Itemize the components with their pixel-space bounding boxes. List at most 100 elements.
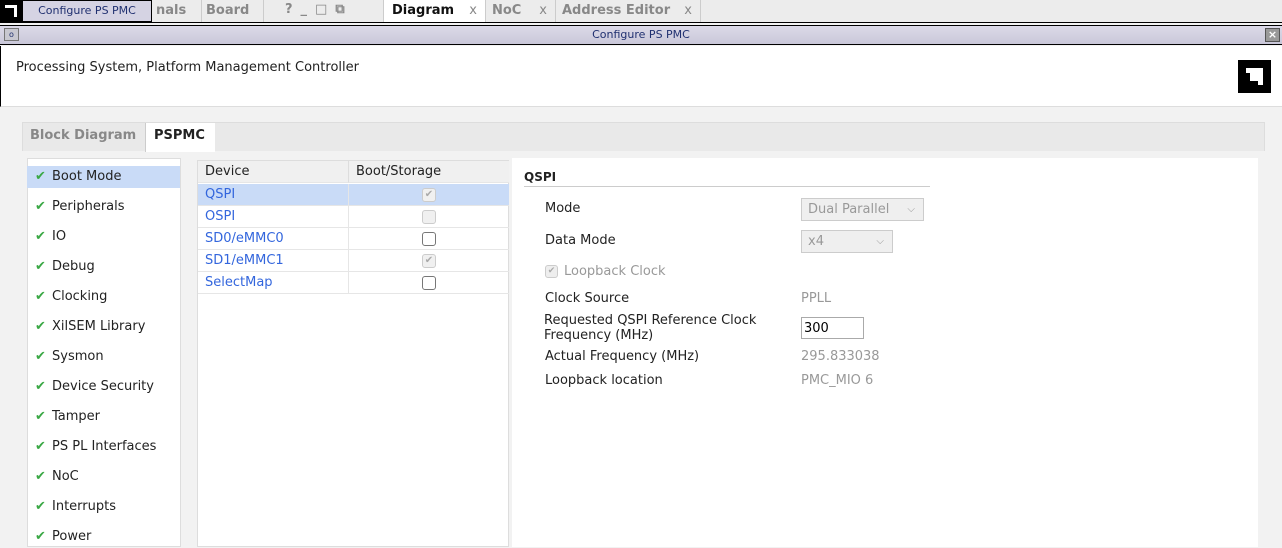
nav-item-io[interactable]: ✔ IO — [27, 226, 180, 248]
nav-item-device-security[interactable]: ✔ Device Security — [27, 376, 180, 398]
table-row-device[interactable]: SelectMap — [198, 272, 349, 294]
boot-storage-checkbox[interactable]: ✔ — [422, 188, 436, 202]
clock-source-value: PPLL — [801, 291, 832, 306]
nav-item-clocking[interactable]: ✔ Clocking — [27, 286, 180, 308]
tab-signals[interactable]: nals — [150, 0, 202, 22]
check-icon: ✔ — [35, 409, 46, 424]
table-row-device[interactable]: OSPI — [198, 206, 349, 228]
amd-logo-icon — [0, 0, 22, 22]
actual-frequency-value: 295.833038 — [801, 349, 880, 364]
check-icon: ✔ — [35, 439, 46, 454]
nav-item-label: Boot Mode — [52, 169, 122, 184]
column-header-device: Device — [198, 161, 349, 183]
loopback-clock-label: Loopback Clock — [564, 264, 666, 279]
check-icon: ✔ — [35, 319, 46, 334]
nav-item-boot-mode[interactable]: ✔ Boot Mode — [27, 166, 180, 188]
boot-storage-checkbox[interactable] — [422, 276, 436, 290]
table-row-boot-storage — [349, 228, 509, 250]
ip-description: Processing System, Platform Management C… — [16, 60, 359, 75]
nav-item-label: Interrupts — [52, 499, 116, 514]
table-row-device[interactable]: SD1/eMMC1 — [198, 250, 349, 272]
device-table: Device Boot/Storage QSPI ✔ OSPI SD0/eMMC0 SD… — [197, 160, 509, 547]
qspi-panel: QSPI Mode Dual Parallel ⌵ Data Mode x4 ⌵ ✔… — [512, 158, 1258, 547]
close-icon[interactable]: x — [469, 0, 477, 22]
nav-item-label: Debug — [52, 259, 95, 274]
column-header-boot-storage: Boot/Storage — [349, 161, 509, 183]
nav-item-label: NoC — [52, 469, 79, 484]
mode-select[interactable]: Dual Parallel ⌵ — [801, 198, 924, 221]
top-tab-bar: nals Board ?_□⧉ Diagram x NoC x Address Ed… — [0, 0, 1282, 23]
tab-diagram[interactable]: Diagram x — [383, 0, 486, 22]
nav-item-peripherals[interactable]: ✔ Peripherals — [27, 196, 180, 218]
nav-item-interrupts[interactable]: ✔ Interrupts — [27, 496, 180, 518]
boot-storage-checkbox[interactable]: ✔ — [422, 254, 436, 268]
check-icon: ✔ — [35, 349, 46, 364]
dialog-title: Configure PS PMC — [592, 28, 690, 41]
table-row-boot-storage — [349, 206, 509, 228]
actual-frequency-label: Actual Frequency (MHz) — [545, 349, 700, 364]
close-icon[interactable]: x — [684, 0, 692, 22]
nav-item-sysmon[interactable]: ✔ Sysmon — [27, 346, 180, 368]
nav-item-label: IO — [52, 229, 67, 244]
loopback-location-value: PMC_MIO 6 — [801, 373, 874, 388]
tooltip: Configure PS PMC — [22, 0, 152, 22]
tab-pspmc[interactable]: PSPMC — [145, 123, 215, 152]
check-icon: ✔ — [35, 259, 46, 274]
nav-item-label: Clocking — [52, 289, 108, 304]
dialog-title-bar: o Configure PS PMC × — [0, 25, 1282, 45]
data-mode-select[interactable]: x4 ⌵ — [801, 230, 893, 253]
requested-frequency-input[interactable] — [801, 317, 864, 339]
check-icon: ✔ — [35, 169, 46, 184]
check-icon: ✔ — [35, 529, 46, 544]
table-row-device[interactable]: QSPI — [198, 184, 349, 206]
window-menu-icon[interactable]: o — [4, 28, 19, 41]
chevron-down-icon: ⌵ — [907, 204, 915, 215]
nav-item-debug[interactable]: ✔ Debug — [27, 256, 180, 278]
amd-logo-icon — [1238, 60, 1271, 93]
nav-item-xilsem-library[interactable]: ✔ XilSEM Library — [27, 316, 180, 338]
table-row-boot-storage: ✔ — [349, 250, 509, 272]
boot-storage-checkbox[interactable] — [422, 232, 436, 246]
check-icon: ✔ — [35, 469, 46, 484]
tab-noc[interactable]: NoC x — [486, 0, 556, 22]
loopback-location-label: Loopback location — [545, 373, 663, 388]
check-icon: ✔ — [35, 199, 46, 214]
tab-block-diagram[interactable]: Block Diagram — [30, 128, 136, 143]
nav-item-label: Device Security — [52, 379, 154, 394]
data-mode-label: Data Mode — [545, 233, 616, 248]
minimize-icon[interactable]: _ — [301, 2, 316, 17]
mode-label: Mode — [545, 201, 581, 216]
tab-board[interactable]: Board — [200, 0, 264, 22]
close-icon[interactable]: x — [539, 0, 547, 22]
check-icon: ✔ — [35, 229, 46, 244]
nav-item-label: XilSEM Library — [52, 319, 146, 334]
table-row-boot-storage: ✔ — [349, 184, 509, 206]
help-icon[interactable]: ? — [285, 2, 301, 17]
dialog-header: Processing System, Platform Management C… — [0, 46, 1282, 107]
float-icon[interactable]: ⧉ — [335, 2, 352, 17]
check-icon: ✔ — [35, 379, 46, 394]
chevron-down-icon: ⌵ — [876, 236, 884, 247]
close-icon[interactable]: × — [1265, 28, 1280, 42]
nav-item-label: Tamper — [52, 409, 101, 424]
nav-item-label: Peripherals — [52, 199, 125, 214]
tab-address-editor[interactable]: Address Editor x — [556, 0, 701, 22]
nav-item-label: Power — [52, 529, 92, 544]
clock-source-label: Clock Source — [545, 291, 630, 306]
check-icon: ✔ — [35, 289, 46, 304]
table-row-device[interactable]: SD0/eMMC0 — [198, 228, 349, 250]
table-row-boot-storage — [349, 272, 509, 294]
maximize-icon[interactable]: □ — [315, 2, 335, 17]
nav-item-label: PS PL Interfaces — [52, 439, 157, 454]
loopback-clock-checkbox[interactable]: ✔ — [545, 265, 558, 278]
requested-frequency-label: Requested QSPI Reference Clock Frequency … — [544, 313, 757, 343]
nav-item-power[interactable]: ✔ Power — [27, 526, 180, 548]
nav-item-tamper[interactable]: ✔ Tamper — [27, 406, 180, 428]
nav-item-label: Sysmon — [52, 349, 104, 364]
tab-strip: Block Diagram PSPMC — [22, 122, 1265, 152]
check-icon: ✔ — [35, 499, 46, 514]
boot-storage-checkbox[interactable] — [422, 210, 436, 224]
nav-item-ps-pl-interfaces[interactable]: ✔ PS PL Interfaces — [27, 436, 180, 458]
nav-item-noc[interactable]: ✔ NoC — [27, 466, 180, 488]
section-title: QSPI — [524, 170, 557, 184]
